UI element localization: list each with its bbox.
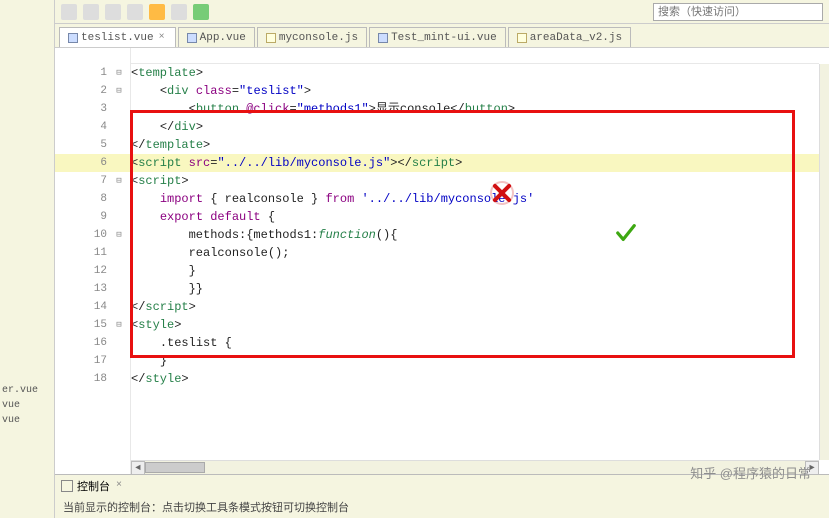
close-icon[interactable]: × — [157, 33, 167, 43]
tab-label: myconsole.js — [279, 32, 358, 44]
toolbar-icon[interactable] — [149, 4, 165, 20]
tab-label: Test_mint-ui.vue — [391, 32, 497, 44]
js-file-icon — [266, 33, 276, 43]
toolbar-icon[interactable] — [105, 4, 121, 20]
scrollbar-vertical[interactable] — [819, 64, 829, 460]
toolbar-icon[interactable] — [171, 4, 187, 20]
console-icon — [61, 480, 73, 492]
vue-file-icon — [68, 33, 78, 43]
tree-item[interactable]: er.vue — [2, 383, 52, 398]
scroll-right-arrow[interactable]: ► — [805, 461, 819, 474]
toolbar — [55, 0, 829, 24]
tree-item[interactable]: vue — [2, 398, 52, 413]
toolbar-icon[interactable] — [193, 4, 209, 20]
tab-myconsole[interactable]: myconsole.js — [257, 27, 367, 47]
scrollbar-horizontal[interactable]: ◄ ► — [131, 460, 819, 474]
scroll-left-arrow[interactable]: ◄ — [131, 461, 145, 474]
project-tree-strip: er.vue vue vue — [0, 0, 55, 518]
vue-file-icon — [187, 33, 197, 43]
console-tab-label[interactable]: 控制台 — [77, 478, 110, 494]
search-input[interactable] — [653, 3, 823, 21]
editor-tab-bar: teslist.vue × App.vue myconsole.js Test_… — [55, 24, 829, 48]
vue-file-icon — [378, 33, 388, 43]
close-icon[interactable]: × — [114, 481, 124, 491]
toolbar-icon[interactable] — [61, 4, 77, 20]
console-panel: 控制台 × 当前显示的控制台：点击切换工具条模式按钮可切换控制台 — [55, 474, 829, 518]
tab-testmint[interactable]: Test_mint-ui.vue — [369, 27, 506, 47]
tab-label: areaData_v2.js — [530, 32, 622, 44]
console-message: 当前显示的控制台：点击切换工具条模式按钮可切换控制台 — [55, 497, 829, 517]
toolbar-icon[interactable] — [127, 4, 143, 20]
tab-appvue[interactable]: App.vue — [178, 27, 255, 47]
tab-teslist[interactable]: teslist.vue × — [59, 27, 176, 47]
tab-areadata[interactable]: areaData_v2.js — [508, 27, 631, 47]
tree-item[interactable]: vue — [2, 413, 52, 428]
scroll-thumb[interactable] — [145, 462, 205, 473]
tab-label: teslist.vue — [81, 32, 154, 44]
tab-label: App.vue — [200, 32, 246, 44]
toolbar-icon[interactable] — [83, 4, 99, 20]
code-editor[interactable]: 1⊟<template> 2⊟ <div class="teslist"> 3 … — [55, 48, 829, 474]
js-file-icon — [517, 33, 527, 43]
